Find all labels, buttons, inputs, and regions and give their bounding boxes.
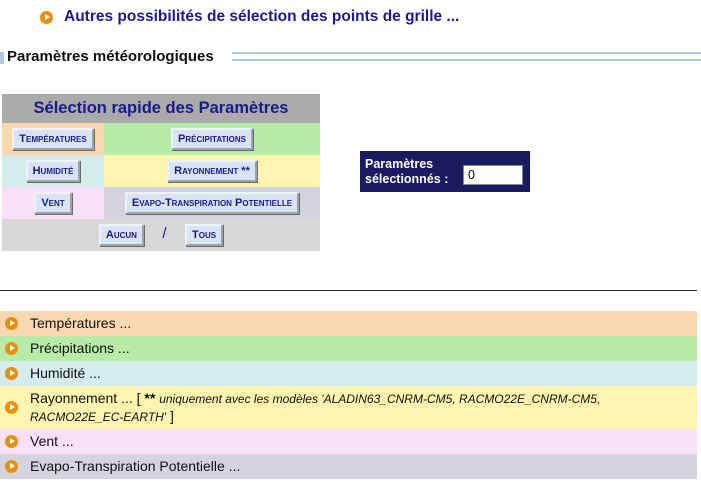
divider [0, 290, 697, 291]
section-divider [232, 52, 701, 61]
humidite-button[interactable]: Humidité [25, 160, 81, 182]
section-marker [0, 52, 4, 64]
param-label[interactable]: Humidité ... [30, 365, 101, 381]
param-row-rayonnement[interactable]: Rayonnement ... [ ** uniquement avec les… [0, 386, 697, 429]
precipitations-cell: Précipitations [104, 123, 320, 155]
param-row-temperatures[interactable]: Températures ... [0, 311, 697, 336]
param-row-etp[interactable]: Evapo-Transpiration Potentielle ... [0, 454, 697, 479]
vent-cell: Vent [2, 187, 104, 219]
play-icon [40, 11, 53, 24]
play-icon [5, 342, 18, 355]
all-none-cell: Aucun / Tous [2, 219, 320, 251]
humidite-cell: Humidité [2, 155, 104, 187]
vent-button[interactable]: Vent [34, 192, 72, 214]
rayonnement-cell: Rayonnement ** [104, 155, 320, 187]
param-row-precipitations[interactable]: Précipitations ... [0, 336, 697, 361]
param-label[interactable]: Vent ... [30, 433, 74, 449]
play-icon [5, 317, 18, 330]
separator: / [162, 225, 167, 242]
other-selection-link-text[interactable]: Autres possibilités de sélection des poi… [64, 8, 459, 26]
aucun-button[interactable]: Aucun [98, 224, 144, 246]
param-label[interactable]: Précipitations ... [30, 340, 130, 356]
tous-button[interactable]: Tous [185, 224, 224, 246]
play-icon [5, 401, 18, 414]
quick-select-table: Sélection rapide des Paramètres Températ… [2, 94, 320, 251]
selected-count-field[interactable] [463, 165, 523, 185]
precipitations-button[interactable]: Précipitations [171, 128, 253, 150]
param-label[interactable]: Evapo-Transpiration Potentielle ... [30, 458, 240, 474]
param-label[interactable]: Rayonnement ... [ [30, 390, 141, 406]
play-icon [5, 435, 18, 448]
note-stars: ** [144, 390, 156, 406]
section-heading: Paramètres météorologiques [0, 46, 701, 68]
selected-count-label: Paramètres sélectionnés : [365, 157, 449, 186]
temperatures-button[interactable]: Températures [12, 128, 94, 150]
etp-cell: Evapo-Transpiration Potentielle [104, 187, 320, 219]
selected-count-box: Paramètres sélectionnés : [360, 151, 530, 192]
param-label[interactable]: Températures ... [30, 315, 131, 331]
param-row-humidite[interactable]: Humidité ... [0, 361, 697, 386]
play-icon [5, 367, 18, 380]
note-end: ] [170, 408, 174, 424]
quick-select-header: Sélection rapide des Paramètres [2, 94, 320, 123]
etp-button[interactable]: Evapo-Transpiration Potentielle [124, 192, 300, 214]
temperatures-cell: Températures [2, 123, 104, 155]
rayonnement-button[interactable]: Rayonnement ** [167, 160, 257, 182]
play-icon [5, 460, 18, 473]
param-row-vent[interactable]: Vent ... [0, 429, 697, 454]
section-title: Paramètres météorologiques [7, 48, 214, 65]
param-rayonnement-text: Rayonnement ... [ ** uniquement avec les… [30, 390, 630, 426]
